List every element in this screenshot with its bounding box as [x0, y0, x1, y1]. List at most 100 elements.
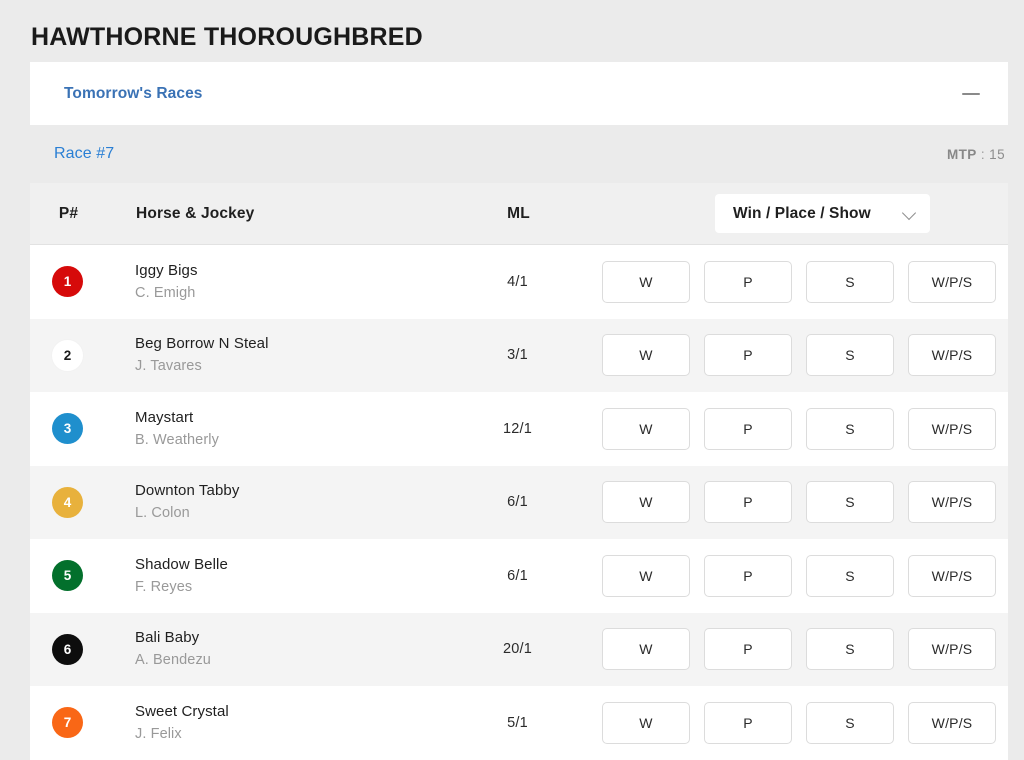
- jockey-name: J. Felix: [135, 725, 182, 742]
- table-body: 1 Iggy Bigs C. Emigh 4/1 W P S W/P/S 2 Beg Borrow…: [30, 245, 1008, 760]
- bet-button-p[interactable]: P: [704, 554, 792, 597]
- minus-icon[interactable]: [960, 83, 982, 105]
- runner-number-badge: 2: [52, 339, 83, 371]
- runner-number-cell: 2: [30, 339, 105, 371]
- runner-number-cell: 7: [30, 707, 105, 739]
- horse-jockey-cell: Shadow Belle F. Reyes: [105, 554, 460, 598]
- bet-button-w-p-s[interactable]: W/P/S: [908, 334, 996, 377]
- bet-button-w[interactable]: W: [602, 628, 690, 671]
- mtp-value: 15: [989, 146, 1005, 162]
- ml-odds: 6/1: [507, 567, 528, 584]
- runner-number-cell: 1: [30, 266, 105, 298]
- horse-name: Iggy Bigs: [135, 261, 198, 279]
- bet-button-p[interactable]: P: [704, 407, 792, 450]
- table-row: 2 Beg Borrow N Steal J. Tavares 3/1 W P S W/P/S: [30, 318, 1008, 392]
- table-row: 6 Bali Baby A. Bendezu 20/1 W P S W/P/S: [30, 612, 1008, 686]
- race-strip: Race #7 MTP : 15: [30, 125, 1008, 183]
- ml-odds: 6/1: [507, 494, 528, 511]
- table-row: 1 Iggy Bigs C. Emigh 4/1 W P S W/P/S: [30, 245, 1008, 319]
- bet-type-dropdown[interactable]: Win / Place / Show: [715, 194, 930, 233]
- chevron-down-icon: [903, 207, 916, 220]
- ml-odds: 5/1: [507, 714, 528, 731]
- runner-number-cell: 6: [30, 633, 105, 665]
- bet-button-s[interactable]: S: [806, 628, 894, 671]
- bet-button-s[interactable]: S: [806, 701, 894, 744]
- bet-button-w[interactable]: W: [602, 407, 690, 450]
- race-link[interactable]: Race #7: [54, 145, 114, 163]
- bet-button-w[interactable]: W: [602, 260, 690, 303]
- bet-button-w[interactable]: W: [602, 554, 690, 597]
- mtp-separator: :: [980, 146, 986, 162]
- bet-buttons-cell: W P S W/P/S: [575, 260, 1008, 303]
- jockey-name: A. Bendezu: [135, 652, 211, 669]
- runner-number-badge: 5: [52, 560, 83, 592]
- column-header-pnum: P#: [58, 204, 79, 222]
- jockey-name: L. Colon: [135, 505, 190, 522]
- ml-odds-cell: 12/1: [460, 421, 575, 437]
- bet-button-s[interactable]: S: [806, 407, 894, 450]
- table-row: 3 Maystart B. Weatherly 12/1 W P S W/P/S: [30, 392, 1008, 466]
- bet-button-w-p-s[interactable]: W/P/S: [908, 260, 996, 303]
- horse-name: Maystart: [135, 408, 194, 426]
- horse-jockey-cell: Beg Borrow N Steal J. Tavares: [105, 333, 460, 377]
- table-row: 4 Downton Tabby L. Colon 6/1 W P S W/P/S: [30, 465, 1008, 539]
- horse-name: Downton Tabby: [135, 482, 240, 500]
- column-header-horse-jockey: Horse & Jockey: [136, 204, 255, 222]
- bet-button-s[interactable]: S: [806, 481, 894, 524]
- accordion-header[interactable]: Tomorrow's Races: [30, 62, 1008, 125]
- bet-button-p[interactable]: P: [704, 260, 792, 303]
- horse-jockey-cell: Sweet Crystal J. Felix: [105, 701, 460, 745]
- bet-button-w[interactable]: W: [602, 701, 690, 744]
- horse-name: Bali Baby: [135, 629, 200, 647]
- bet-button-w[interactable]: W: [602, 481, 690, 524]
- bet-button-p[interactable]: P: [704, 628, 792, 671]
- bet-button-w-p-s[interactable]: W/P/S: [908, 701, 996, 744]
- ml-odds-cell: 3/1: [460, 347, 575, 363]
- table-row: 7 Sweet Crystal J. Felix 5/1 W P S W/P/S: [30, 686, 1008, 760]
- bet-button-w-p-s[interactable]: W/P/S: [908, 554, 996, 597]
- bet-button-s[interactable]: S: [806, 334, 894, 377]
- bet-button-w[interactable]: W: [602, 334, 690, 377]
- horse-name: Beg Borrow N Steal: [135, 335, 269, 353]
- jockey-name: B. Weatherly: [135, 431, 219, 448]
- runner-number-cell: 5: [30, 560, 105, 592]
- ml-odds: 3/1: [507, 347, 528, 364]
- bet-button-s[interactable]: S: [806, 260, 894, 303]
- page-title: HAWTHORNE THOROUGHBRED: [31, 23, 423, 51]
- column-header-ml: ML: [507, 204, 530, 222]
- ml-odds: 4/1: [507, 273, 528, 290]
- bet-buttons-cell: W P S W/P/S: [575, 554, 1008, 597]
- runner-number-badge: 1: [52, 266, 83, 298]
- bet-button-w-p-s[interactable]: W/P/S: [908, 481, 996, 524]
- ml-odds: 20/1: [502, 641, 533, 658]
- runners-table: P# Horse & Jockey ML Win / Place / Show …: [30, 183, 1008, 760]
- jockey-name: C. Emigh: [135, 284, 196, 301]
- runner-number-cell: 3: [30, 413, 105, 445]
- bet-button-s[interactable]: S: [806, 554, 894, 597]
- jockey-name: J. Tavares: [135, 358, 202, 375]
- bet-type-column: Win / Place / Show: [575, 194, 1008, 233]
- table-header-row: P# Horse & Jockey ML Win / Place / Show: [30, 183, 1008, 245]
- accordion-title[interactable]: Tomorrow's Races: [64, 85, 203, 103]
- ml-odds-cell: 20/1: [460, 641, 575, 657]
- mtp-indicator: MTP : 15: [947, 147, 1005, 162]
- runner-number-cell: 4: [30, 486, 105, 518]
- bet-button-p[interactable]: P: [704, 481, 792, 524]
- bet-buttons-cell: W P S W/P/S: [575, 334, 1008, 377]
- bet-button-w-p-s[interactable]: W/P/S: [908, 628, 996, 671]
- horse-jockey-cell: Bali Baby A. Bendezu: [105, 627, 460, 671]
- mtp-label: MTP: [947, 146, 977, 162]
- bet-type-selected-label: Win / Place / Show: [733, 204, 871, 222]
- races-card: Tomorrow's Races Race #7 MTP : 15 P# Hor…: [30, 62, 1008, 760]
- bet-button-p[interactable]: P: [704, 701, 792, 744]
- table-row: 5 Shadow Belle F. Reyes 6/1 W P S W/P/S: [30, 539, 1008, 613]
- ml-odds-cell: 6/1: [460, 568, 575, 584]
- horse-jockey-cell: Maystart B. Weatherly: [105, 407, 460, 451]
- horse-jockey-cell: Iggy Bigs C. Emigh: [105, 260, 460, 304]
- runner-number-badge: 6: [52, 633, 83, 665]
- bet-button-p[interactable]: P: [704, 334, 792, 377]
- horse-jockey-cell: Downton Tabby L. Colon: [105, 480, 460, 524]
- ml-odds: 12/1: [502, 420, 533, 437]
- bet-buttons-cell: W P S W/P/S: [575, 481, 1008, 524]
- bet-button-w-p-s[interactable]: W/P/S: [908, 407, 996, 450]
